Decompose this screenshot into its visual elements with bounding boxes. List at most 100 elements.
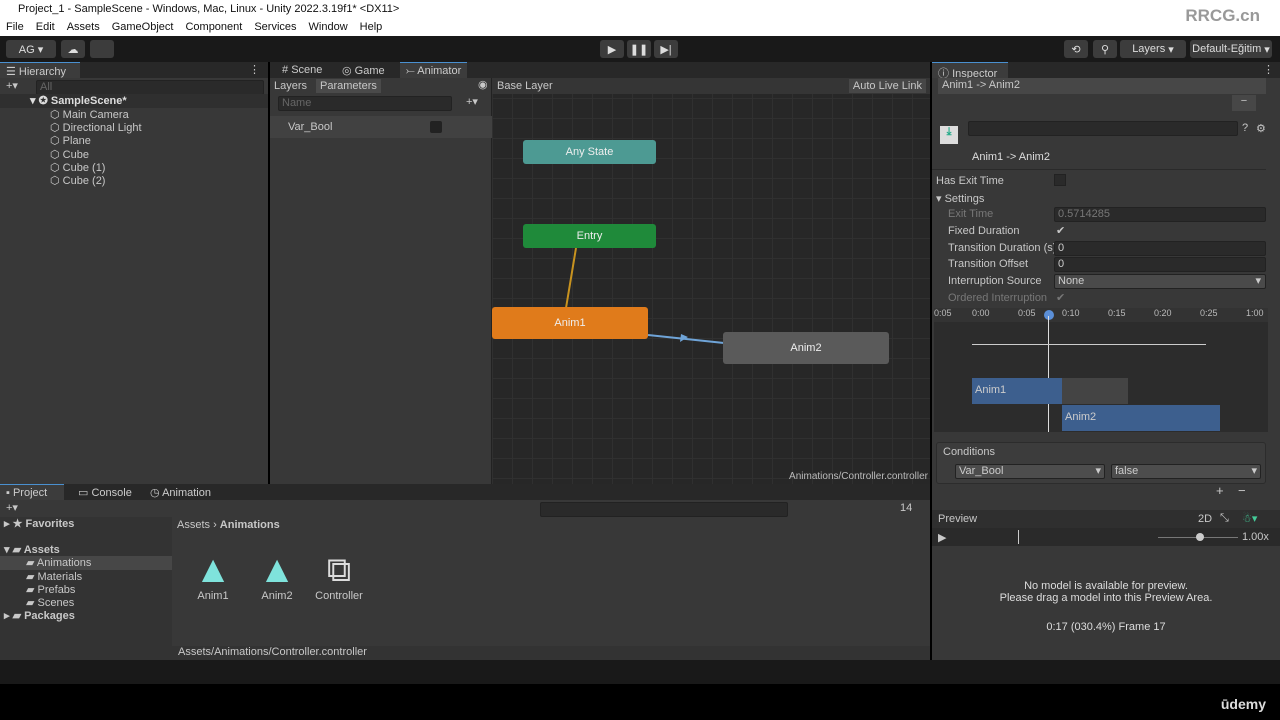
preview-2d-button[interactable]: 2D <box>1198 513 1212 525</box>
asset-controller[interactable]: ⧉ Controller <box>312 550 366 602</box>
asset-label: Anim1 <box>197 590 229 602</box>
parameter-row[interactable]: Var_Bool <box>270 116 492 138</box>
tab-animator[interactable]: ⤚ Animator <box>400 62 468 78</box>
menu-icon[interactable]: ⋮ <box>249 63 260 76</box>
menu-file[interactable]: File <box>6 18 30 36</box>
list-item[interactable]: ⬡ Cube (1) <box>50 161 105 175</box>
remove-transition-button[interactable]: − <box>1232 95 1256 111</box>
packages-folder[interactable]: ▸ ▰ Packages <box>4 609 75 623</box>
transition-name-field[interactable] <box>968 121 1238 136</box>
tab-hierarchy[interactable]: ☰ Hierarchy <box>0 62 80 78</box>
preview-play-icon[interactable]: ▶ <box>938 531 946 544</box>
collab-button[interactable] <box>90 40 114 58</box>
tab-parameters[interactable]: Parameters <box>316 79 381 93</box>
crumb-assets[interactable]: Assets <box>177 519 210 531</box>
list-item[interactable]: ⬡ Cube <box>50 148 89 162</box>
menu-icon[interactable]: ⋮ <box>1263 63 1274 76</box>
menu-window[interactable]: Window <box>309 18 354 36</box>
play-icon[interactable]: ▶ <box>600 40 624 58</box>
folder-materials[interactable]: ▰ Materials <box>26 570 82 584</box>
interruption-source-dropdown[interactable]: None ▾ <box>1054 274 1266 289</box>
cloud-icon[interactable]: ☁ <box>61 40 85 58</box>
tab-scene[interactable]: # Scene <box>276 62 328 78</box>
asset-anim2[interactable]: ▲ Anim2 <box>254 550 300 602</box>
list-item[interactable]: ⬡ Directional Light <box>50 121 142 135</box>
parameter-checkbox[interactable] <box>430 121 442 133</box>
help-icon[interactable]: ? <box>1242 122 1248 134</box>
graph-canvas[interactable]: Base Layer Auto Live Link Any State Entr… <box>492 78 930 484</box>
condition-parameter-dropdown[interactable]: Var_Bool ▾ <box>955 464 1105 479</box>
menu-component[interactable]: Component <box>185 18 248 36</box>
tab-console[interactable]: ▭ Console <box>72 484 138 500</box>
assets-folder[interactable]: ▾ ▰ Assets <box>4 543 60 557</box>
list-item[interactable]: ⬡ Plane <box>50 134 91 148</box>
add-icon[interactable]: +▾ <box>6 79 18 92</box>
has-exit-time-checkbox[interactable] <box>1054 174 1066 186</box>
playhead-handle[interactable] <box>1044 310 1054 320</box>
preview-message-1: No model is available for preview. <box>1024 580 1188 592</box>
history-icon[interactable]: ⟲ <box>1064 40 1088 58</box>
layers-dropdown[interactable]: Layers ▾ <box>1120 40 1186 58</box>
pause-icon[interactable]: ❚❚ <box>627 40 651 58</box>
transition-list-item[interactable]: Anim1 -> Anim2 <box>938 78 1266 94</box>
breadcrumb: Assets › Animations <box>177 519 280 531</box>
node-anim1[interactable]: Anim1 <box>492 307 648 339</box>
menu-help[interactable]: Help <box>360 18 389 36</box>
menu-gameobject[interactable]: GameObject <box>112 18 180 36</box>
hierarchy-search[interactable]: All <box>36 80 264 95</box>
scene-root[interactable]: ▾ ✪ SampleScene* <box>0 94 268 108</box>
pivot-icon[interactable]: ⤡ <box>1220 512 1229 525</box>
tab-game[interactable]: ◎ Game <box>336 62 391 78</box>
clip-anim1[interactable]: Anim1 <box>972 378 1062 404</box>
preview-message-2: Please drag a model into this Preview Ar… <box>999 592 1213 604</box>
eye-icon[interactable]: ◉ <box>478 78 488 91</box>
add-condition-button[interactable]: + <box>1216 483 1224 498</box>
entry-transition[interactable] <box>565 247 577 309</box>
parameter-search[interactable]: Name <box>278 96 452 111</box>
list-item[interactable]: ⬡ Cube (2) <box>50 174 105 188</box>
transition-duration-field[interactable]: 0 <box>1054 241 1266 256</box>
exit-time-field[interactable]: 0.5714285 <box>1054 207 1266 222</box>
gear-icon[interactable]: ⚙ <box>1256 122 1266 135</box>
transition-offset-field[interactable]: 0 <box>1054 257 1266 272</box>
search-icon[interactable]: ⚲ <box>1093 40 1117 58</box>
node-entry[interactable]: Entry <box>523 224 656 248</box>
transition-timeline[interactable]: 0:05 0:00 0:05 0:10 0:15 0:20 0:25 1:00 … <box>934 308 1268 432</box>
node-anim2[interactable]: Anim2 <box>723 332 889 364</box>
conditions-box: Conditions Var_Bool ▾ false ▾ <box>936 442 1266 484</box>
tab-inspector[interactable]: ⓘ Inspector <box>932 62 1008 80</box>
settings-foldout[interactable]: ▾ Settings <box>936 192 984 205</box>
add-parameter-icon[interactable]: +▾ <box>466 95 478 108</box>
clip-anim2[interactable]: Anim2 <box>1062 405 1220 431</box>
tick: 0:25 <box>1200 308 1218 318</box>
node-any-state[interactable]: Any State <box>523 140 656 164</box>
remove-condition-button[interactable]: − <box>1238 483 1246 498</box>
fixed-duration-checkbox[interactable]: ✔ <box>1056 224 1065 237</box>
menu-services[interactable]: Services <box>254 18 302 36</box>
scene-name: SampleScene* <box>50 95 127 107</box>
project-search[interactable] <box>540 502 788 517</box>
tick: 1:00 <box>1246 308 1264 318</box>
condition-value-dropdown[interactable]: false ▾ <box>1111 464 1261 479</box>
avatar-icon[interactable]: ☃▾ <box>1242 512 1257 525</box>
tab-layers[interactable]: Layers <box>274 80 307 92</box>
list-item[interactable]: ⬡ Main Camera <box>50 108 129 122</box>
crumb-animations[interactable]: Animations <box>220 519 280 531</box>
favorites[interactable]: ▸ ★ Favorites <box>4 517 74 531</box>
step-icon[interactable]: ▶| <box>654 40 678 58</box>
folder-animations[interactable]: ▰ Animations <box>0 556 172 570</box>
asset-anim1[interactable]: ▲ Anim1 <box>190 550 236 602</box>
window-title: Project_1 - SampleScene - Windows, Mac, … <box>0 0 1280 18</box>
menu-edit[interactable]: Edit <box>36 18 61 36</box>
account-button[interactable]: AG ▾ <box>6 40 56 58</box>
speed-slider-handle[interactable] <box>1196 533 1204 541</box>
layout-dropdown[interactable]: Default-Eğitim ▾ <box>1190 40 1272 58</box>
tab-project[interactable]: ▪ Project <box>0 484 64 500</box>
menu-assets[interactable]: Assets <box>67 18 106 36</box>
folder-scenes[interactable]: ▰ Scenes <box>26 596 74 610</box>
create-icon[interactable]: +▾ <box>6 501 18 514</box>
tab-animation[interactable]: ◷ Animation <box>144 484 217 500</box>
folder-prefabs[interactable]: ▰ Prefabs <box>26 583 75 597</box>
ordered-interruption-checkbox[interactable]: ✔ <box>1056 291 1065 304</box>
transitions <box>565 247 725 344</box>
